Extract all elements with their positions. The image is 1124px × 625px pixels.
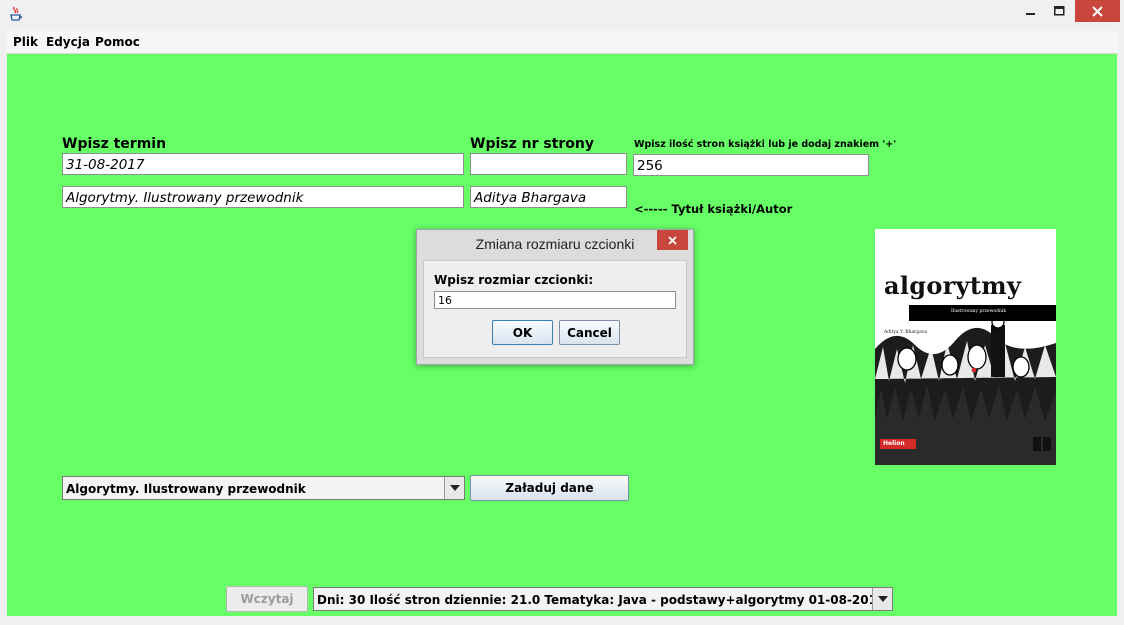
close-icon	[1092, 5, 1103, 17]
ok-button[interactable]: OK	[492, 320, 553, 345]
dialog-body: Wpisz rozmiar czcionki: 16 OK Cancel	[423, 260, 687, 358]
book-title-input[interactable]: Algorytmy. Ilustrowany przewodnik	[62, 186, 464, 208]
title-author-hint: <----- Tytuł książki/Autor	[634, 202, 793, 216]
author-input[interactable]: Aditya Bhargava	[470, 186, 627, 208]
menu-bar: Plik Edycja Pomoc	[6, 31, 1118, 54]
total-pages-input[interactable]: 256	[633, 154, 869, 176]
menu-plik[interactable]: Plik	[13, 35, 38, 49]
menu-edycja[interactable]: Edycja	[46, 35, 90, 49]
dialog-close-button[interactable]	[657, 230, 688, 250]
maximize-button[interactable]	[1046, 0, 1072, 22]
cover-title: algorytmy	[884, 271, 1022, 300]
dialog-title: Zmiana rozmiaru czcionki	[475, 236, 635, 252]
history-select-value: Dni: 30 Ilość stron dziennie: 21.0 Temat…	[317, 593, 893, 607]
term-label: Wpisz termin	[62, 136, 167, 152]
book-cover-image: algorytmy Ilustrowany przewodnik Aditya …	[875, 229, 1056, 465]
menu-pomoc[interactable]: Pomoc	[95, 35, 140, 49]
font-size-input[interactable]: 16	[434, 291, 676, 309]
maximize-icon	[1053, 6, 1064, 16]
history-select-arrow[interactable]	[872, 588, 892, 610]
close-icon	[668, 235, 677, 245]
window-titlebar	[0, 0, 1124, 30]
chevron-down-icon	[877, 596, 888, 602]
book-select[interactable]: Algorytmy. Ilustrowany przewodnik	[62, 476, 465, 500]
font-size-dialog: Zmiana rozmiaru czcionki Wpisz rozmiar c…	[416, 229, 694, 365]
total-pages-label: Wpisz ilość stron książki lub je dodaj z…	[634, 139, 897, 150]
load-data-button[interactable]: Załaduj dane	[470, 475, 629, 501]
page-number-input[interactable]	[470, 153, 627, 175]
minimize-button[interactable]	[1018, 0, 1044, 22]
cover-author: Aditya Y. Bhargava	[884, 330, 928, 335]
cancel-button[interactable]: Cancel	[559, 320, 620, 345]
history-select[interactable]: Dni: 30 Ilość stron dziennie: 21.0 Temat…	[313, 587, 893, 611]
read-button[interactable]: Wczytaj	[226, 586, 308, 612]
cover-publisher: Helion	[883, 440, 905, 447]
minimize-icon	[1026, 13, 1035, 15]
font-size-prompt: Wpisz rozmiar czcionki:	[434, 273, 594, 287]
term-input[interactable]: 31-08-2017	[62, 153, 464, 175]
chevron-down-icon	[449, 485, 460, 491]
page-number-label: Wpisz nr strony	[470, 136, 595, 152]
close-button[interactable]	[1075, 0, 1120, 22]
book-select-arrow[interactable]	[444, 477, 464, 499]
book-select-value: Algorytmy. Ilustrowany przewodnik	[66, 482, 306, 496]
cover-subtitle: Ilustrowany przewodnik	[951, 309, 1007, 314]
java-app-icon	[9, 6, 23, 22]
